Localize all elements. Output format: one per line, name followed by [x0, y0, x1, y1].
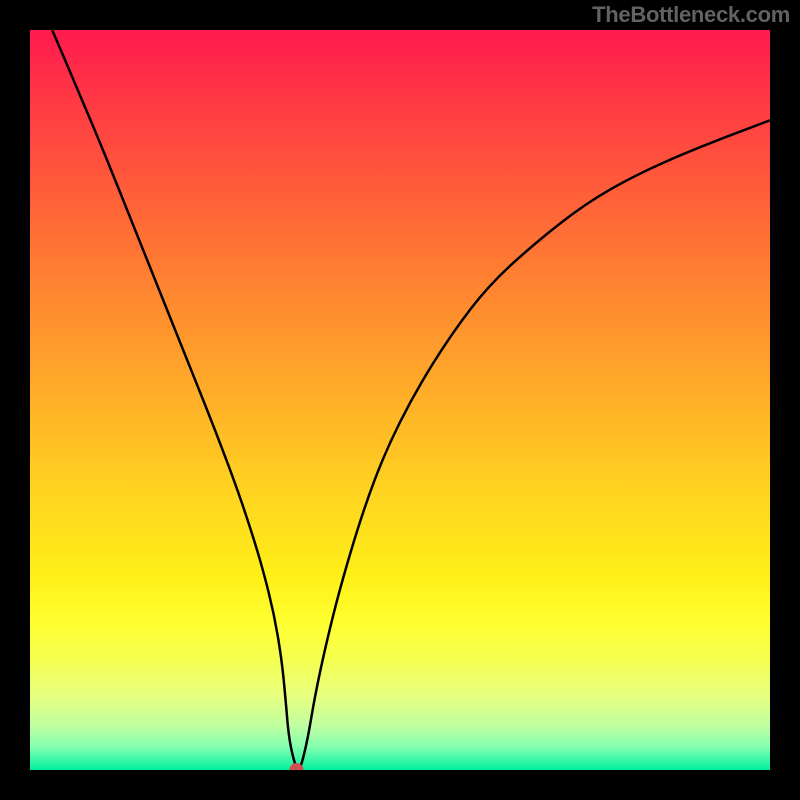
chart-container: TheBottleneck.com [0, 0, 800, 800]
plot-area [30, 30, 770, 770]
curve-layer [30, 30, 770, 770]
bottleneck-curve [52, 30, 770, 770]
watermark-text: TheBottleneck.com [592, 2, 790, 28]
